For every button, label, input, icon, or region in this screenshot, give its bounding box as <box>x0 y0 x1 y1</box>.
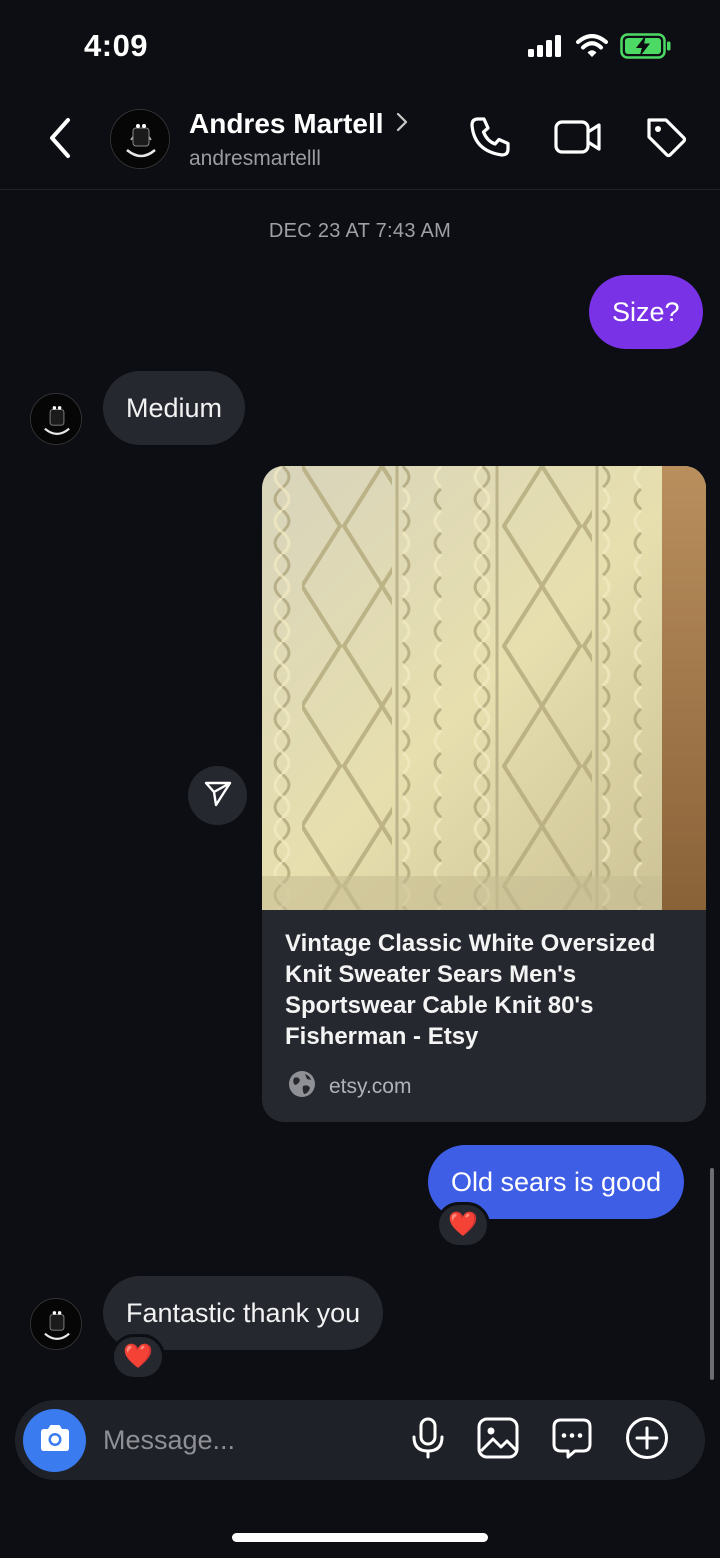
link-title: Vintage Classic White Oversized Knit Swe… <box>285 930 656 1050</box>
camera-button[interactable] <box>23 1409 86 1472</box>
message-input[interactable] <box>103 1418 373 1462</box>
message-text: Old sears is good <box>451 1166 662 1197</box>
sender-avatar[interactable] <box>30 393 82 445</box>
chat-timestamp: DEC 23 AT 7:43 AM <box>268 220 452 242</box>
message-text: Fantastic thank you <box>126 1297 361 1328</box>
link-domain-row: etsy.com <box>287 1069 411 1104</box>
camera-icon <box>38 1423 72 1458</box>
link-preview-card[interactable]: Vintage Classic White Oversized Knit Swe… <box>262 466 706 1122</box>
reaction-badge[interactable]: ❤️ <box>111 1334 165 1380</box>
message-bubble-incoming[interactable]: Medium <box>103 371 246 445</box>
tag-button[interactable] <box>641 114 691 164</box>
signal-icon <box>528 35 564 62</box>
tag-icon <box>644 115 688 164</box>
status-bar: 4:09 <box>0 0 720 96</box>
sticker-icon <box>551 1417 593 1464</box>
phone-button[interactable] <box>465 114 515 164</box>
gallery-icon <box>477 1417 519 1464</box>
back-icon <box>47 117 73 164</box>
message-text: Size? <box>612 296 680 327</box>
contact-name: Andres Martell <box>189 108 384 139</box>
status-icons <box>528 33 672 64</box>
contact-name-row[interactable]: Andres Martell <box>189 108 408 140</box>
heart-reaction-icon: ❤️ <box>123 1343 153 1370</box>
globe-icon <box>287 1069 317 1104</box>
message-text: Medium <box>126 392 223 423</box>
contact-handle: andresmartelll <box>189 147 321 170</box>
scrollbar[interactable] <box>710 1168 714 1380</box>
send-icon <box>203 778 233 813</box>
heart-reaction-icon: ❤️ <box>448 1211 478 1238</box>
link-preview-image <box>262 466 706 910</box>
chevron-right-icon <box>396 112 408 137</box>
share-button[interactable] <box>188 766 247 825</box>
sender-avatar[interactable] <box>30 1298 82 1350</box>
voice-message-button[interactable] <box>404 1416 452 1464</box>
reaction-badge[interactable]: ❤️ <box>436 1202 490 1248</box>
sticker-button[interactable] <box>548 1416 596 1464</box>
phone-icon <box>468 115 512 164</box>
video-icon <box>554 118 602 161</box>
microphone-icon <box>410 1417 446 1464</box>
message-bubble-outgoing[interactable]: Size? <box>589 275 703 349</box>
back-button[interactable] <box>40 116 80 164</box>
battery-charging-icon <box>620 33 672 64</box>
chat-header: Andres Martell andresmartelll <box>0 96 720 190</box>
home-indicator[interactable] <box>232 1533 488 1542</box>
video-call-button[interactable] <box>553 114 603 164</box>
contact-avatar[interactable] <box>110 109 170 169</box>
add-button[interactable] <box>623 1416 671 1464</box>
gallery-button[interactable] <box>474 1416 522 1464</box>
wifi-icon <box>576 34 608 63</box>
message-composer <box>15 1400 705 1480</box>
link-domain: etsy.com <box>329 1074 412 1098</box>
status-time: 4:09 <box>84 28 149 63</box>
add-icon <box>625 1416 669 1465</box>
